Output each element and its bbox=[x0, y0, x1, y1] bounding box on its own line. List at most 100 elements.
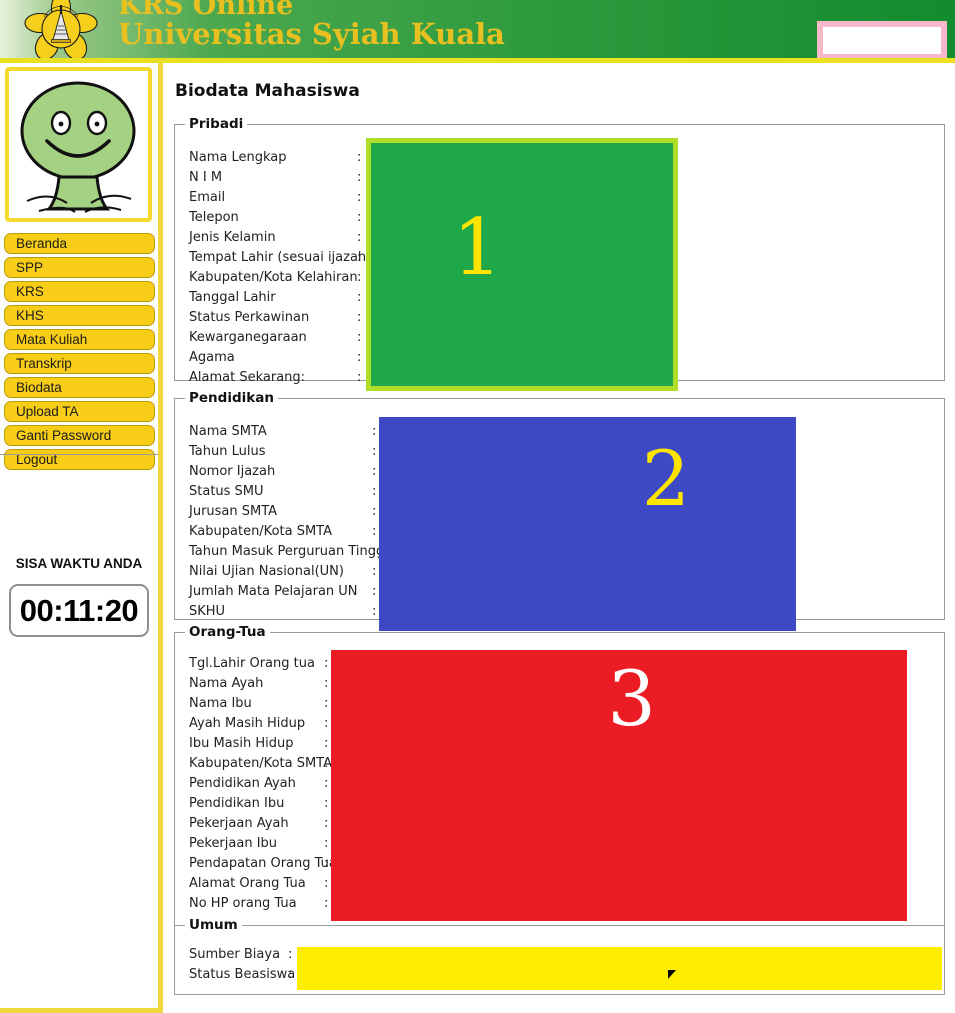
field-label: Jurusan SMTA bbox=[189, 504, 278, 519]
sidebar-item-ganti-password[interactable]: Ganti Password bbox=[4, 425, 155, 446]
sidebar-item-transkrip[interactable]: Transkrip bbox=[4, 353, 155, 374]
field-label: Alamat Sekarang: bbox=[189, 370, 306, 385]
field-label: Email bbox=[189, 190, 226, 205]
field-label: N I M bbox=[189, 170, 223, 185]
field-separator: : bbox=[324, 816, 329, 831]
field-separator: : bbox=[372, 464, 377, 479]
field-label: Nama SMTA bbox=[189, 424, 267, 439]
field-separator: : bbox=[357, 230, 362, 245]
field-separator: : bbox=[357, 250, 362, 265]
field-separator: : bbox=[288, 967, 293, 982]
field-separator: : bbox=[324, 676, 329, 691]
sidebar-item-khs[interactable]: KHS bbox=[4, 305, 155, 326]
cursor-pointer-icon bbox=[667, 970, 676, 980]
field-separator: : bbox=[288, 947, 293, 962]
sidebar-item-mata-kuliah[interactable]: Mata Kuliah bbox=[4, 329, 155, 350]
sidebar-item-krs[interactable]: KRS bbox=[4, 281, 155, 302]
field-separator: : bbox=[324, 756, 329, 771]
countdown-timer: 00:11:20 bbox=[9, 584, 149, 637]
field-label: Status SMU bbox=[189, 484, 264, 499]
field-label: Jenis Kelamin bbox=[189, 230, 276, 245]
field-separator: : bbox=[372, 484, 377, 499]
field-label: Status Beasiswa bbox=[189, 967, 296, 982]
section-pribadi: Pribadi Nama Lengkap: N I M: Email: Tele… bbox=[174, 116, 945, 391]
field-label: Telepon bbox=[189, 210, 239, 225]
field-separator: : bbox=[372, 604, 377, 619]
field-label: Jumlah Mata Pelajaran UN bbox=[189, 584, 358, 599]
field-label: Pendapatan Orang Tua bbox=[189, 856, 337, 871]
section-legend-umum: Umum bbox=[189, 917, 238, 933]
student-avatar-icon bbox=[20, 81, 136, 213]
field-separator: : bbox=[357, 210, 362, 225]
field-label: Tempat Lahir (sesuai ijazah) bbox=[189, 250, 372, 265]
field-label: Alamat Orang Tua bbox=[189, 876, 306, 891]
timer-label: SISA WAKTU ANDA bbox=[15, 556, 143, 571]
redaction-block-4 bbox=[297, 947, 942, 990]
field-label: Ayah Masih Hidup bbox=[189, 716, 306, 731]
site-brand: KRS Online Universitas Syiah Kuala bbox=[118, 0, 505, 49]
header-user-box[interactable] bbox=[817, 21, 947, 58]
brand-line-2: Universitas Syiah Kuala bbox=[118, 17, 505, 51]
field-separator: : bbox=[357, 150, 362, 165]
sidebar-menu: Beranda SPP KRS KHS Mata Kuliah Transkri… bbox=[4, 233, 156, 473]
main-content: Biodata Mahasiswa Pribadi Nama Lengkap: … bbox=[163, 63, 955, 1013]
field-label: Kewarganegaraan bbox=[189, 330, 307, 345]
block-number-1: 1 bbox=[452, 202, 503, 293]
field-separator: : bbox=[357, 330, 362, 345]
field-separator: : bbox=[372, 564, 377, 579]
page-title: Biodata Mahasiswa bbox=[175, 81, 360, 101]
field-label: Ibu Masih Hidup bbox=[189, 736, 294, 751]
field-separator: : bbox=[372, 444, 377, 459]
field-label: Tanggal Lahir bbox=[189, 290, 276, 305]
field-label: Kabupaten/Kota Kelahiran bbox=[189, 270, 358, 285]
field-separator: : bbox=[357, 190, 362, 205]
sidebar-item-logout[interactable]: Logout bbox=[4, 449, 155, 470]
section-umum: Umum Sumber Biaya: Status Beasiswa: bbox=[174, 917, 945, 995]
field-label: Kabupaten/Kota SMTA bbox=[189, 524, 333, 539]
field-label: Tahun Lulus bbox=[189, 444, 266, 459]
redaction-block-2: 2 bbox=[379, 417, 796, 631]
field-label: Pekerjaan Ayah bbox=[189, 816, 289, 831]
field-separator: : bbox=[357, 370, 362, 385]
field-separator: : bbox=[324, 736, 329, 751]
sidebar-item-spp[interactable]: SPP bbox=[4, 257, 155, 278]
field-separator: : bbox=[357, 290, 362, 305]
field-separator: : bbox=[324, 856, 329, 871]
field-label: Agama bbox=[189, 350, 235, 365]
sidebar-item-upload-ta[interactable]: Upload TA bbox=[4, 401, 155, 422]
field-separator: : bbox=[324, 716, 329, 731]
field-separator: : bbox=[357, 310, 362, 325]
field-label: Nilai Ujian Nasional(UN) bbox=[189, 564, 344, 579]
sidebar-item-beranda[interactable]: Beranda bbox=[4, 233, 155, 254]
field-label: SKHU bbox=[189, 604, 226, 619]
field-separator: : bbox=[372, 524, 377, 539]
field-separator: : bbox=[324, 656, 329, 671]
field-separator: : bbox=[357, 170, 362, 185]
field-separator: : bbox=[324, 876, 329, 891]
sidebar: Beranda SPP KRS KHS Mata Kuliah Transkri… bbox=[0, 63, 500, 1013]
field-separator: : bbox=[357, 350, 362, 365]
redaction-block-3: 3 bbox=[331, 650, 907, 921]
block-number-2: 2 bbox=[641, 433, 691, 523]
field-separator: : bbox=[372, 544, 377, 559]
field-label: Nama Lengkap bbox=[189, 150, 287, 165]
sidebar-item-biodata[interactable]: Biodata bbox=[4, 377, 155, 398]
section-legend-pendidikan: Pendidikan bbox=[189, 390, 274, 406]
field-separator: : bbox=[357, 270, 362, 285]
field-label: Pendidikan Ibu bbox=[189, 796, 285, 811]
field-separator: : bbox=[372, 504, 377, 519]
university-seal-icon bbox=[22, 0, 100, 58]
field-label: Tahun Masuk Perguruan Tinggi bbox=[189, 544, 388, 559]
site-header: KRS Online Universitas Syiah Kuala bbox=[0, 0, 955, 58]
section-legend-orang-tua: Orang-Tua bbox=[189, 624, 266, 640]
field-separator: : bbox=[324, 776, 329, 791]
avatar bbox=[5, 67, 152, 222]
field-label: Nama Ibu bbox=[189, 696, 252, 711]
field-separator: : bbox=[324, 836, 329, 851]
field-separator: : bbox=[324, 896, 329, 911]
field-label: Tgl.Lahir Orang tua bbox=[189, 656, 315, 671]
field-separator: : bbox=[372, 424, 377, 439]
field-label: Nomor Ijazah bbox=[189, 464, 276, 479]
field-label: Status Perkawinan bbox=[189, 310, 310, 325]
field-separator: : bbox=[372, 584, 377, 599]
